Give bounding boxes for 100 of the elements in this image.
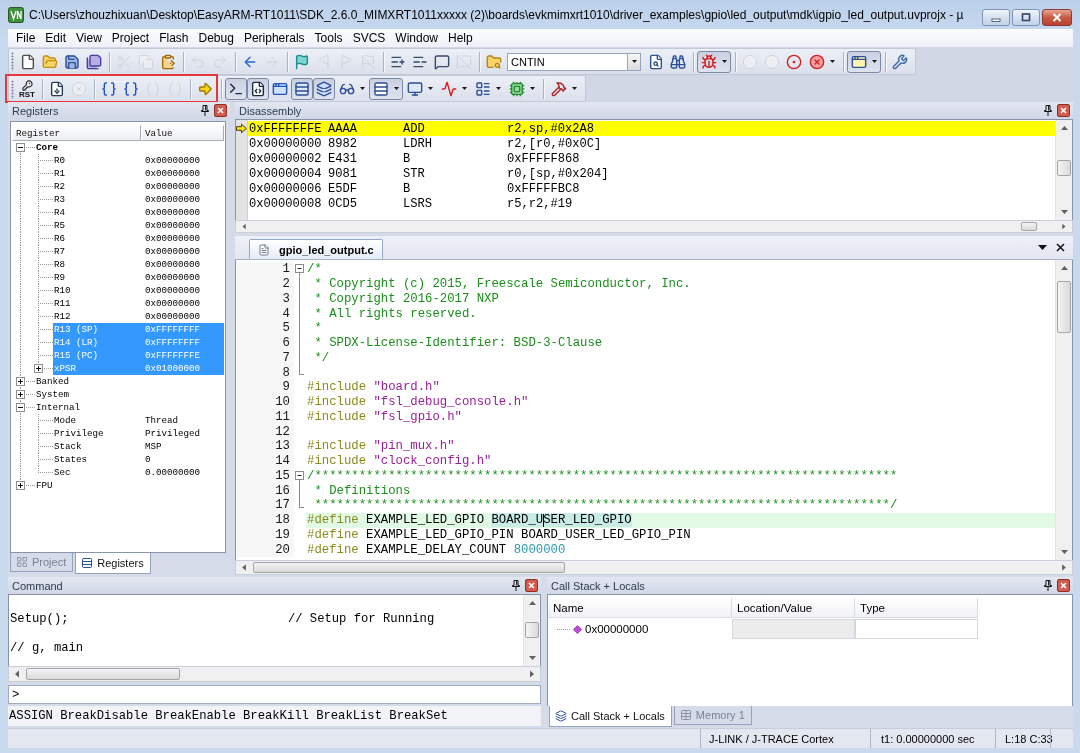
toolbar-button[interactable]: [313, 77, 335, 100]
close-button[interactable]: [1042, 9, 1072, 26]
pin-icon[interactable]: [201, 105, 209, 116]
grid-icon: [16, 556, 28, 568]
caret-icon[interactable]: [1038, 245, 1047, 250]
register-name[interactable]: System: [36, 389, 70, 400]
column-header[interactable]: Type: [855, 598, 978, 618]
menu-item[interactable]: Project: [106, 29, 155, 47]
redo-icon: [212, 53, 228, 70]
close-icon[interactable]: [214, 104, 227, 117]
scrollbar-thumb[interactable]: [253, 562, 565, 573]
scrollbar-thumb[interactable]: [1021, 222, 1037, 231]
menu-item[interactable]: File: [11, 29, 41, 47]
horizontal-scrollbar[interactable]: [235, 220, 1073, 233]
column-header[interactable]: Name: [548, 598, 732, 618]
pin-icon[interactable]: [512, 580, 520, 591]
scrollbar-thumb[interactable]: [1057, 160, 1071, 176]
menu-item[interactable]: Help: [443, 29, 478, 47]
register-name[interactable]: R7: [54, 246, 66, 257]
register-name[interactable]: Privilege: [54, 428, 104, 439]
opcode-text: AAAA: [328, 121, 358, 136]
register-name[interactable]: FPU: [36, 480, 53, 491]
vertical-scrollbar[interactable]: [1055, 120, 1072, 220]
toolbar-button[interactable]: [225, 77, 247, 100]
code-line: #include "fsl_debug_console.h": [307, 395, 529, 410]
menu-item[interactable]: View: [71, 29, 107, 47]
column-header[interactable]: Value: [141, 125, 224, 141]
register-name[interactable]: Mode: [54, 415, 77, 426]
register-name[interactable]: R0: [54, 155, 66, 166]
operand-text: r0,[sp,#0x204]: [507, 166, 609, 181]
menu-item[interactable]: SVCS: [347, 29, 391, 47]
column-header[interactable]: Location/Value: [732, 598, 855, 618]
variable-name[interactable]: 0x00000000: [585, 623, 649, 635]
register-value: 0x00000000: [145, 298, 201, 309]
toolbar-button[interactable]: [247, 77, 269, 100]
close-icon[interactable]: [1056, 243, 1065, 252]
register-name[interactable]: R12: [54, 311, 71, 322]
register-name[interactable]: R11: [54, 298, 71, 309]
register-name[interactable]: Sec: [54, 467, 71, 478]
vertical-scrollbar[interactable]: [523, 595, 540, 666]
pin-icon[interactable]: [1044, 105, 1052, 116]
plus-box-icon[interactable]: [16, 390, 25, 399]
menu-item[interactable]: Tools: [309, 29, 348, 47]
register-name[interactable]: Core: [36, 142, 59, 153]
output-line: Setup(); // Setup for Running: [10, 612, 435, 627]
register-name[interactable]: States: [54, 454, 88, 465]
restore-button[interactable]: [1012, 9, 1040, 26]
mnemonic-text: STR: [403, 166, 425, 181]
minus-box-icon[interactable]: [16, 143, 25, 152]
command-input[interactable]: >: [8, 685, 541, 704]
menu-item[interactable]: Window: [390, 29, 443, 47]
editor-tab[interactable]: gpio_led_output.c: [249, 239, 383, 259]
horizontal-scrollbar[interactable]: [235, 560, 1073, 575]
operand-text: r2,sp,#0x2A8: [507, 121, 595, 136]
menu-item[interactable]: Flash: [154, 29, 194, 47]
pin-icon[interactable]: [1044, 580, 1052, 591]
scrollbar-thumb[interactable]: [525, 622, 539, 638]
toolbar-button[interactable]: [369, 77, 403, 100]
register-name[interactable]: Internal: [36, 402, 81, 413]
register-name[interactable]: R1: [54, 168, 66, 179]
grip-icon[interactable]: [11, 52, 14, 71]
register-name[interactable]: R2: [54, 181, 66, 192]
register-name[interactable]: R5: [54, 220, 66, 231]
register-name[interactable]: R8: [54, 259, 66, 270]
register-name[interactable]: R9: [54, 272, 66, 283]
register-name[interactable]: R4: [54, 207, 66, 218]
close-icon[interactable]: [1057, 579, 1070, 592]
list-layout-icon: [475, 80, 491, 97]
plus-box-icon[interactable]: [34, 364, 43, 373]
code-line: * Definitions: [313, 483, 411, 498]
horizontal-scrollbar[interactable]: [8, 666, 541, 682]
scrollbar-thumb[interactable]: [1057, 281, 1071, 333]
line-number: 13: [275, 439, 290, 454]
menu-item[interactable]: Debug: [193, 29, 239, 47]
plus-box-icon[interactable]: [16, 377, 25, 386]
scrollbar-thumb[interactable]: [26, 668, 180, 680]
toolbar-button[interactable]: RST: [16, 78, 38, 100]
target-combo[interactable]: CNTIN: [507, 52, 641, 71]
register-name[interactable]: R3: [54, 194, 66, 205]
panel-tab[interactable]: Registers: [75, 553, 151, 574]
code-line: */: [313, 350, 330, 365]
register-value: 0xFFFFFFFF: [145, 324, 201, 335]
column-header[interactable]: Register: [12, 125, 141, 141]
close-icon[interactable]: [525, 579, 538, 592]
dropdown-button[interactable]: [627, 53, 640, 70]
minus-box-icon[interactable]: [16, 403, 25, 412]
register-name[interactable]: Banked: [36, 376, 70, 387]
menu-item[interactable]: Edit: [40, 29, 72, 47]
bug-icon: [701, 53, 717, 70]
plus-box-icon[interactable]: [16, 481, 25, 490]
register-name[interactable]: Stack: [54, 441, 82, 452]
vertical-scrollbar[interactable]: [1055, 260, 1072, 560]
register-name[interactable]: R6: [54, 233, 66, 244]
mnemonic-text: ADD: [403, 121, 425, 136]
menu-item[interactable]: Peripherals: [238, 29, 310, 47]
grip-icon[interactable]: [11, 79, 14, 99]
toolbar-button[interactable]: [847, 50, 881, 73]
panel-tab[interactable]: Call Stack + Locals: [549, 706, 672, 727]
close-icon[interactable]: [1057, 104, 1070, 117]
register-name[interactable]: R10: [54, 285, 71, 296]
